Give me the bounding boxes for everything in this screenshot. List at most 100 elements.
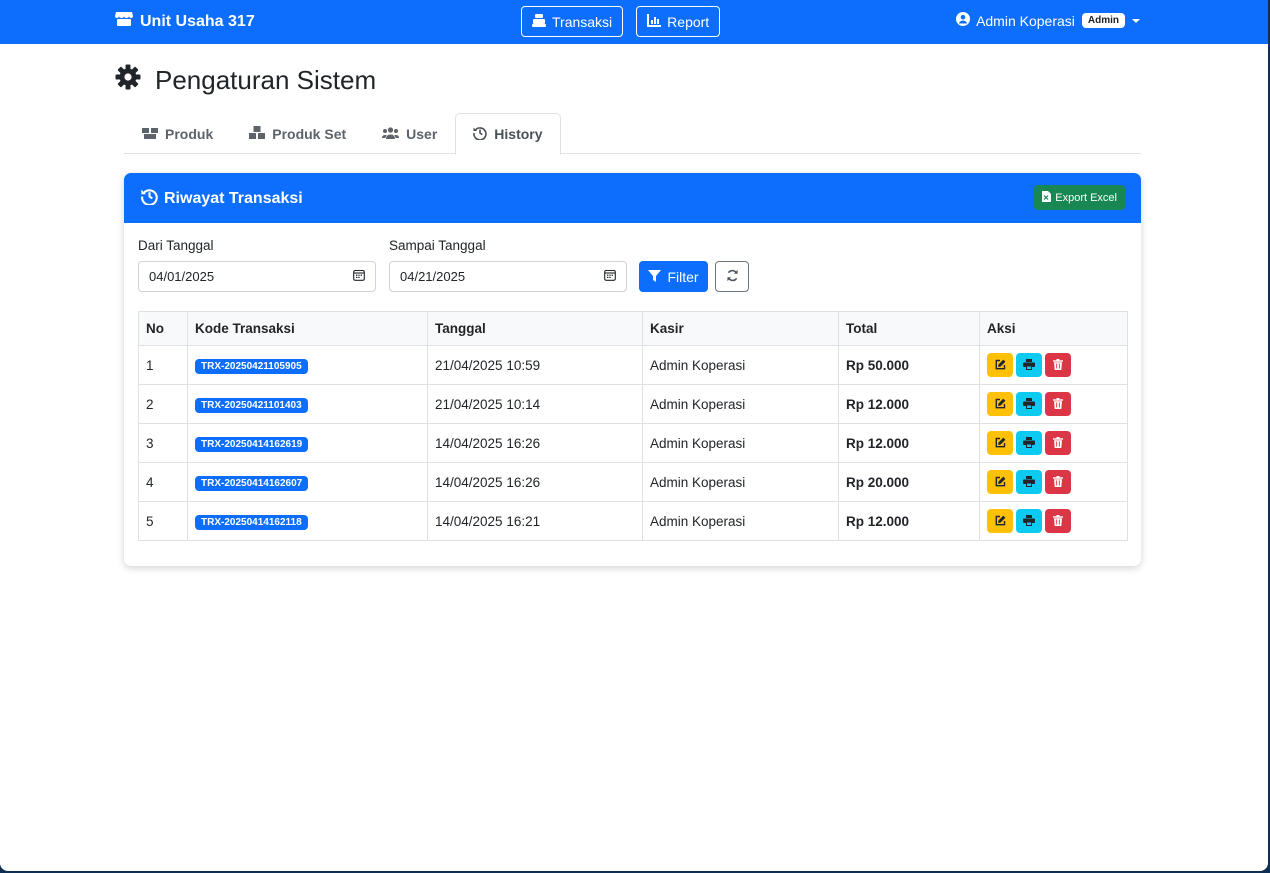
transaksi-label: Transaksi (552, 13, 613, 30)
row-total: Rp 12.000 (838, 384, 980, 424)
table-row: 3 TRX-20250414162619 14/04/2025 16:26 Ad… (138, 423, 1128, 463)
tab-user[interactable]: User (364, 113, 455, 154)
history-table: No Kode Transaksi Tanggal Kasir Total Ak… (138, 311, 1128, 541)
print-button[interactable] (1016, 353, 1042, 377)
row-actions (979, 384, 1128, 424)
table-row: 4 TRX-20250414162607 14/04/2025 16:26 Ad… (138, 462, 1128, 502)
tab-history[interactable]: History (455, 113, 561, 155)
print-button[interactable] (1016, 470, 1042, 494)
from-date-label: Dari Tanggal (138, 238, 214, 253)
column-header: Kode Transaksi (187, 311, 428, 346)
to-date-value: 04/21/2025 (400, 269, 466, 284)
tab-produk-set[interactable]: Produk Set (231, 113, 364, 154)
row-code-cell: TRX-20250414162118 (187, 501, 428, 541)
card-title-text: Riwayat Transaksi (164, 190, 303, 207)
edit-button[interactable] (987, 353, 1013, 377)
from-date-value: 04/01/2025 (149, 269, 215, 284)
transaction-code-badge[interactable]: TRX-20250414162607 (195, 475, 309, 491)
column-header: Aksi (979, 311, 1128, 346)
row-no: 1 (138, 345, 188, 385)
edit-button[interactable] (987, 431, 1013, 455)
row-total: Rp 50.000 (838, 345, 980, 385)
delete-button[interactable] (1045, 470, 1071, 494)
report-button[interactable]: Report (636, 6, 721, 37)
row-date: 21/04/2025 10:14 (427, 384, 643, 424)
row-total: Rp 12.000 (838, 501, 980, 541)
row-code-cell: TRX-20250421105905 (187, 345, 428, 385)
delete-button[interactable] (1045, 431, 1071, 455)
chart-icon (647, 13, 667, 30)
calendar-icon[interactable] (353, 269, 365, 284)
app-window: Unit Usaha 317 Transaksi Report Admin Ko… (0, 0, 1268, 871)
delete-button[interactable] (1045, 353, 1071, 377)
trash-icon (1053, 475, 1063, 490)
transaction-code-badge[interactable]: TRX-20250414162619 (195, 436, 309, 452)
column-header: Tanggal (427, 311, 643, 346)
row-code-cell: TRX-20250414162619 (187, 423, 428, 463)
row-cashier: Admin Koperasi (642, 423, 839, 463)
row-date: 14/04/2025 16:26 (427, 462, 643, 502)
edit-button[interactable] (987, 392, 1013, 416)
row-no: 3 (138, 423, 188, 463)
transaction-code-badge[interactable]: TRX-20250421105905 (195, 358, 308, 374)
column-header: Total (838, 311, 980, 346)
tab-produk[interactable]: Produk (124, 113, 231, 154)
delete-button[interactable] (1045, 392, 1071, 416)
transaction-code-badge[interactable]: TRX-20250421101403 (195, 397, 308, 413)
edit-icon (995, 475, 1006, 490)
row-cashier: Admin Koperasi (642, 501, 839, 541)
table-row: 2 TRX-20250421101403 21/04/2025 10:14 Ad… (138, 384, 1128, 424)
history-card: Riwayat Transaksi Export Excel Dari Tang… (124, 173, 1141, 566)
tab-bar: Produk Produk Set User History (124, 113, 1141, 155)
history-icon (473, 126, 494, 143)
trash-icon (1053, 514, 1063, 529)
edit-icon (995, 397, 1006, 412)
printer-icon (1023, 514, 1035, 529)
edit-icon (995, 436, 1006, 451)
print-button[interactable] (1016, 431, 1042, 455)
transaksi-button[interactable]: Transaksi (521, 6, 624, 37)
tab-label: History (494, 126, 543, 142)
row-code-cell: TRX-20250421101403 (187, 384, 428, 424)
trash-icon (1053, 397, 1063, 412)
print-button[interactable] (1016, 509, 1042, 533)
filter-label: Filter (667, 268, 699, 285)
calendar-icon[interactable] (604, 269, 616, 284)
user-menu[interactable]: Admin Koperasi Admin (956, 12, 1140, 29)
users-icon (382, 126, 406, 142)
filter-button[interactable]: Filter (639, 261, 708, 292)
export-excel-button[interactable]: Export Excel (1034, 185, 1125, 210)
trash-icon (1053, 358, 1063, 373)
delete-button[interactable] (1045, 509, 1071, 533)
history-icon (141, 188, 164, 210)
excel-file-icon (1042, 190, 1055, 205)
printer-icon (1023, 358, 1035, 373)
edit-button[interactable] (987, 509, 1013, 533)
brand-label: Unit Usaha 317 (140, 12, 255, 30)
row-no: 4 (138, 462, 188, 502)
print-button[interactable] (1016, 392, 1042, 416)
row-actions (979, 345, 1128, 385)
printer-icon (1023, 475, 1035, 490)
card-header: Riwayat Transaksi Export Excel (124, 173, 1141, 223)
row-cashier: Admin Koperasi (642, 384, 839, 424)
row-code-cell: TRX-20250414162607 (187, 462, 428, 502)
top-navbar: Unit Usaha 317 Transaksi Report Admin Ko… (0, 0, 1268, 44)
column-header: No (138, 311, 188, 346)
to-date-input[interactable]: 04/21/2025 (389, 261, 627, 292)
brand[interactable]: Unit Usaha 317 (115, 11, 255, 32)
edit-button[interactable] (987, 470, 1013, 494)
row-no: 5 (138, 501, 188, 541)
from-date-input[interactable]: 04/01/2025 (138, 261, 376, 292)
printer-icon (1023, 436, 1035, 451)
transaction-code-badge[interactable]: TRX-20250414162118 (195, 514, 308, 530)
cash-register-icon (532, 13, 552, 30)
report-label: Report (667, 13, 710, 30)
row-no: 2 (138, 384, 188, 424)
boxes-icon (142, 126, 165, 142)
row-total: Rp 20.000 (838, 462, 980, 502)
tab-label: Produk (165, 125, 214, 142)
column-header: Kasir (642, 311, 839, 346)
card-title: Riwayat Transaksi (141, 188, 303, 210)
refresh-button[interactable] (715, 261, 749, 292)
